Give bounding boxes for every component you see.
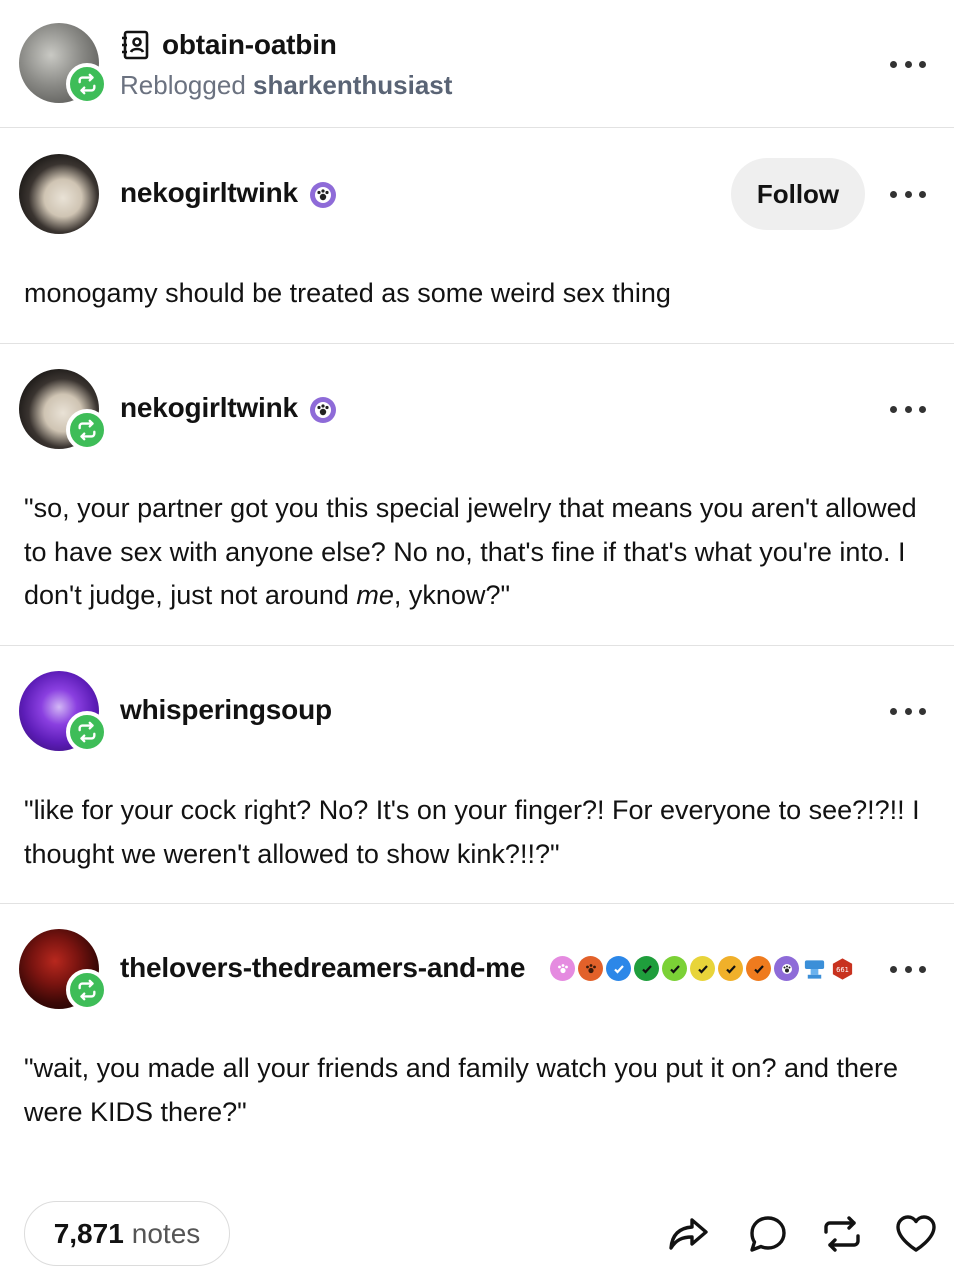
reblog-badge-icon: [66, 969, 108, 1011]
post-original: nekogirltwink Follow monogamy should be …: [0, 129, 954, 344]
reply-icon[interactable]: [744, 1210, 792, 1258]
reblogged-from-link[interactable]: sharkenthusiast: [253, 70, 452, 100]
post-username[interactable]: thelovers-thedreamers-and-me: [120, 952, 525, 984]
paw-badge-icon: [578, 956, 603, 981]
more-options-button[interactable]: [890, 57, 926, 71]
more-options-button[interactable]: [890, 962, 926, 976]
post-body-emphasis: me: [356, 580, 394, 610]
post-body: "wait, you made all your friends and fam…: [24, 1053, 899, 1127]
more-options-button[interactable]: [890, 704, 926, 718]
post-body: "like for your cock right? No? It's on y…: [24, 795, 920, 869]
notes-button[interactable]: 7,871 notes: [24, 1201, 230, 1266]
post-body: "so, your partner got you this special j…: [24, 487, 924, 618]
post-reply-2: whisperingsoup "like for your cock right…: [0, 646, 954, 904]
post-reply-1: nekogirltwink "so, your partner got you …: [0, 344, 954, 646]
svg-text:661: 661: [836, 965, 849, 973]
reblog-badge-icon: [66, 711, 108, 753]
reblog-badge-icon: [66, 409, 108, 451]
post-username[interactable]: nekogirltwink: [120, 392, 298, 424]
paw-badge-icon: [774, 956, 799, 981]
reblog-badge-icon: [66, 63, 108, 105]
checkmark-badge-icon: [606, 956, 631, 981]
checkmark-badge-icon: [718, 956, 743, 981]
user-badges: 661: [550, 956, 858, 981]
checkmark-badge-icon: [690, 956, 715, 981]
more-options-button[interactable]: [890, 402, 926, 416]
checkmark-badge-icon: [634, 956, 659, 981]
avatar-nekogirltwink[interactable]: [19, 154, 99, 234]
paw-badge-icon: [309, 396, 337, 429]
blog-directory-icon: [120, 29, 152, 66]
trophy-badge-icon: [802, 956, 827, 981]
hexagon-badge-icon: 661: [830, 956, 855, 981]
post-reply-3: thelovers-thedreamers-and-me "wait, you …: [0, 904, 954, 1164]
reblog-header: obtain-oatbin Reblogged sharkenthusiast: [0, 0, 954, 128]
heart-icon[interactable]: [892, 1210, 940, 1258]
paw-badge-icon: [309, 181, 337, 214]
reblogged-prefix: Reblogged: [120, 70, 246, 100]
post-body-text-end: , yknow?": [393, 580, 511, 610]
follow-button[interactable]: Follow: [731, 158, 865, 230]
checkmark-badge-icon: [746, 956, 771, 981]
share-icon[interactable]: [666, 1210, 714, 1258]
reblog-icon[interactable]: [818, 1210, 866, 1258]
notes-count: 7,871: [53, 1217, 124, 1249]
notes-label: notes: [131, 1217, 201, 1249]
post-body: monogamy should be treated as some weird…: [24, 278, 671, 308]
checkmark-badge-icon: [662, 956, 687, 981]
paw-badge-icon: [550, 956, 575, 981]
blog-name[interactable]: obtain-oatbin: [162, 29, 337, 61]
post-username[interactable]: whisperingsoup: [120, 694, 332, 726]
reblogged-from-line: Reblogged sharkenthusiast: [120, 70, 452, 101]
more-options-button[interactable]: [890, 187, 926, 201]
post-username[interactable]: nekogirltwink: [120, 177, 298, 209]
